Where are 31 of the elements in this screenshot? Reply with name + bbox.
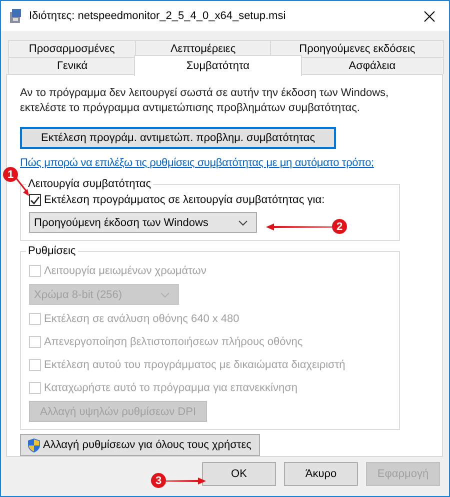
annotation-arrow <box>15 178 29 196</box>
checkbox[interactable] <box>29 194 41 206</box>
checkbox-label: Καταχωρήστε αυτό το πρόγραμμα για επανεκκίνηση <box>44 382 298 394</box>
step-number: 3 <box>151 473 166 488</box>
tab[interactable]: Ασφάλεια <box>300 57 444 74</box>
tab[interactable]: Συμβατότητα <box>134 55 302 76</box>
dialog-button[interactable]: OK <box>202 462 276 486</box>
tab[interactable]: Γενικά <box>8 57 137 74</box>
windows-version-dropdown[interactable]: Προηγούμενη έκδοση των Windows <box>29 212 257 233</box>
dialog-button[interactable]: Άκυρο <box>284 462 358 486</box>
installer-icon <box>8 8 23 24</box>
checkbox-label: Απενεργοποίηση βελτιστοποιήσεων πλήρους οθόνης <box>44 336 303 348</box>
step-number: 1 <box>3 167 18 182</box>
annotation-arrow <box>166 476 206 484</box>
annotation-arrow <box>266 222 332 230</box>
description-text: Αν το πρόγραμμα δεν λειτουργεί σωστά σε αυτήν την έκδοση των Windows, εκτελέστε το πρόγραμμα αντιμετώπισης προβλημάτων συμβατότητας. <box>20 86 390 116</box>
tab[interactable]: Προηγούμενες εκδόσεις <box>270 40 444 57</box>
caret-icon <box>238 220 248 226</box>
checkbox-label: Λειτουργία μειωμένων χρωμάτων <box>44 264 206 276</box>
group-title: Ρυθμίσεις <box>27 245 77 257</box>
help-link[interactable]: Πώς μπορώ να επιλέξω τις ρυθμίσεις συμβατότητας με μη αυτόματο τρόπο; <box>20 157 429 169</box>
checkbox-label: Εκτέλεση αυτού του προγράμματος με δικαιώματα διαχειριστή <box>44 358 346 370</box>
tab[interactable]: Προσαρμοσμένες <box>8 40 136 57</box>
group-title: Λειτουργία συμβατότητας <box>27 178 152 190</box>
troubleshooter-button[interactable]: Εκτέλεση προγράμ. αντιμετώπ. προβλημ. συμβατότητας <box>20 127 336 149</box>
caret-icon <box>160 292 170 298</box>
shield-icon <box>27 438 41 452</box>
checkbox-label: Εκτέλεση προγράμματος σε λειτουργία συμβατότητας για: <box>44 194 325 206</box>
window-title: Ιδιότητες: netspeedmonitor_2_5_4_0_x64_setup.msi <box>29 10 287 22</box>
all-users-button[interactable]: Αλλαγή ρυθμίσεων για όλους τους χρήστες <box>20 434 260 456</box>
checkbox-label: Εκτέλεση σε ανάλυση οθόνης 640 x 480 <box>44 312 240 324</box>
